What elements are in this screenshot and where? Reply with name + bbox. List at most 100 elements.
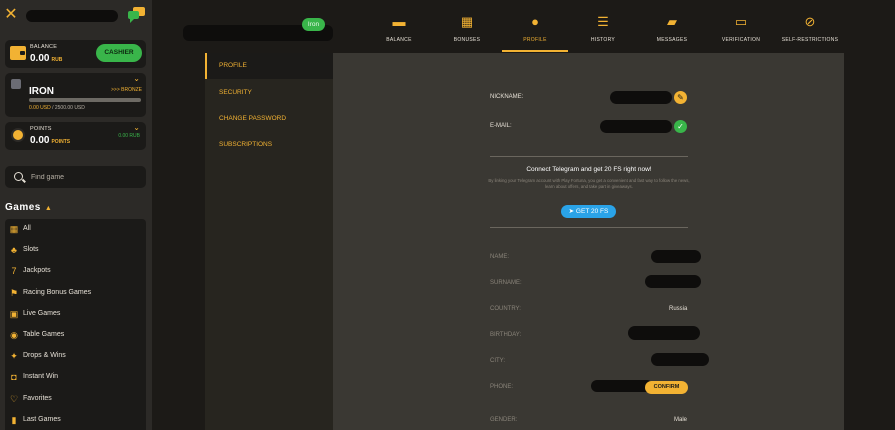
subnav-item-subscriptions[interactable]: SUBSCRIPTIONS — [205, 132, 333, 158]
rank-name: IRON — [29, 86, 54, 97]
game-category-item[interactable]: ◉ Table Games — [5, 325, 146, 346]
coin-icon — [11, 128, 25, 142]
chevron-down-icon[interactable]: ⌄ — [133, 74, 140, 83]
search-input[interactable] — [31, 171, 141, 183]
list-icon: ☰ — [597, 14, 609, 29]
game-category-item[interactable]: ▣ Live Games — [5, 304, 146, 325]
wallet-icon: ▬ — [392, 14, 406, 29]
get-fs-button[interactable]: ➤ GET 20 FS — [561, 205, 616, 218]
game-category-item[interactable]: ♡ Favorites — [5, 389, 146, 410]
close-icon[interactable]: ✕ — [4, 7, 18, 23]
profile-panel: NICKNAME: ✎ E-MAIL: ✓ Connect Telegram a… — [333, 53, 844, 430]
tab-balance[interactable]: ▬ BALANCE — [376, 14, 422, 52]
birthday-label: BIRTHDAY: — [490, 332, 522, 338]
redacted-name — [651, 250, 701, 263]
tab-messages[interactable]: ▰ MESSAGES — [648, 14, 696, 52]
sidebar: ✕ BALANCE 0.00 RUB CASHIER ⌄ IRON >>> BRO… — [0, 0, 152, 430]
profile-subnav: PROFILE SECURITY CHANGE PASSWORD SUBSCRIPTI… — [205, 53, 333, 430]
level-progress-bar — [29, 98, 141, 102]
gamepad-icon: ◘ — [11, 372, 17, 383]
next-rank: >>> BRONZE — [111, 87, 142, 93]
balance-value: 0.00 RUB — [30, 53, 63, 64]
divider — [490, 156, 688, 157]
country-value: Russia — [669, 306, 688, 312]
tab-verification[interactable]: ▭ VERIFICATION — [713, 14, 769, 52]
tab-profile[interactable]: ● PROFILE — [502, 14, 568, 52]
redacted-nickname — [610, 91, 672, 104]
redacted-phone — [591, 380, 653, 392]
telegram-description: By linking your Telegram account with Pl… — [488, 178, 690, 189]
games-heading[interactable]: Games ▲ — [5, 202, 52, 213]
game-category-label: Slots — [23, 246, 39, 254]
redacted-username — [26, 10, 118, 22]
live-icon: ▣ — [9, 308, 19, 319]
points-card[interactable]: ⌄ POINTS 0.00 POINTS 0.00 RUB — [5, 122, 146, 150]
tab-label: SELF-RESTRICTIONS — [781, 37, 839, 43]
level-badge: Iron — [302, 18, 325, 31]
user-icon: ● — [531, 14, 539, 29]
game-category-item[interactable]: ✦ Drops & Wins — [5, 346, 146, 367]
points-label: POINTS — [30, 126, 52, 132]
game-category-item[interactable]: 7 Jackpots — [5, 261, 146, 282]
redacted-email — [600, 120, 672, 133]
telegram-title: Connect Telegram and get 20 FS right now… — [526, 166, 652, 173]
chat-icon: ▰ — [667, 14, 677, 29]
email-label: E-MAIL: — [490, 123, 512, 129]
divider — [490, 227, 688, 228]
game-category-label: Favorites — [23, 394, 52, 402]
wallet-icon — [10, 46, 26, 60]
edit-nickname-icon[interactable]: ✎ — [674, 91, 687, 104]
game-category-item[interactable]: ▮ Last Games — [5, 410, 146, 430]
chip-icon: ◉ — [10, 330, 18, 340]
search-box[interactable] — [5, 166, 146, 188]
subnav-label: PROFILE — [219, 62, 247, 69]
game-category-item[interactable]: ◘ Instant Win — [5, 367, 146, 388]
tab-self-restrictions[interactable]: ⊘ SELF-RESTRICTIONS — [780, 14, 840, 52]
subnav-label: SECURITY — [219, 88, 252, 96]
gender-value[interactable]: Male — [674, 417, 687, 423]
tab-history[interactable]: ☰ HISTORY — [580, 14, 626, 52]
game-category-label: Live Games — [23, 309, 61, 317]
country-label: COUNTRY: — [490, 306, 521, 312]
redacted-city — [651, 353, 709, 366]
city-label: CITY: — [490, 358, 506, 364]
cherry-icon: ♣ — [11, 245, 17, 256]
balance-card: BALANCE 0.00 RUB CASHIER — [5, 40, 146, 68]
game-category-label: Jackpots — [23, 267, 51, 275]
gift-icon: ▦ — [460, 14, 474, 29]
game-category-label: Last Games — [23, 415, 61, 423]
id-card-icon: ▭ — [734, 14, 748, 29]
surname-label: SURNAME: — [490, 280, 522, 286]
app-root: ✕ BALANCE 0.00 RUB CASHIER ⌄ IRON >>> BRO… — [0, 0, 895, 430]
subnav-item-profile[interactable]: PROFILE — [205, 53, 333, 79]
chat-icon[interactable] — [127, 6, 147, 24]
tab-label: PROFILE — [523, 37, 547, 43]
game-category-label: All — [23, 225, 31, 232]
gender-label: GENDER: — [490, 417, 518, 423]
game-category-item[interactable]: ▦ All — [5, 219, 146, 240]
game-category-label: Instant Win — [23, 373, 59, 381]
rank-icon — [11, 79, 21, 89]
game-category-label: Racing Bonus Games — [23, 288, 92, 296]
game-category-label: Drops & Wins — [23, 352, 66, 360]
seven-icon: 7 — [11, 266, 17, 277]
grid-icon: ▦ — [9, 224, 19, 234]
chevron-down-icon[interactable]: ⌄ — [133, 123, 140, 132]
confirm-phone-button[interactable]: CONFIRM — [645, 381, 688, 394]
restriction-icon: ⊘ — [804, 14, 816, 29]
subnav-label: CHANGE PASSWORD — [219, 114, 287, 122]
bookmark-icon: ▮ — [11, 414, 17, 425]
game-category-item[interactable]: ⚑ Racing Bonus Games — [5, 283, 146, 304]
subnav-item-security[interactable]: SECURITY — [205, 80, 333, 106]
tab-label: VERIFICATION — [721, 37, 761, 43]
points-value: 0.00 POINTS — [30, 135, 71, 146]
subnav-item-change-password[interactable]: CHANGE PASSWORD — [205, 106, 333, 132]
cashier-button[interactable]: CASHIER — [96, 44, 142, 62]
heart-icon: ♡ — [9, 393, 19, 404]
level-card[interactable]: ⌄ IRON >>> BRONZE 0.00 USD / 2500.00 USD — [5, 73, 146, 117]
name-label: NAME: — [490, 254, 510, 260]
subnav-label: SUBSCRIPTIONS — [219, 140, 273, 148]
flag-icon: ⚑ — [9, 287, 19, 298]
tab-bonuses[interactable]: ▦ BONUSES — [446, 14, 488, 52]
game-category-item[interactable]: ♣ Slots — [5, 240, 146, 261]
